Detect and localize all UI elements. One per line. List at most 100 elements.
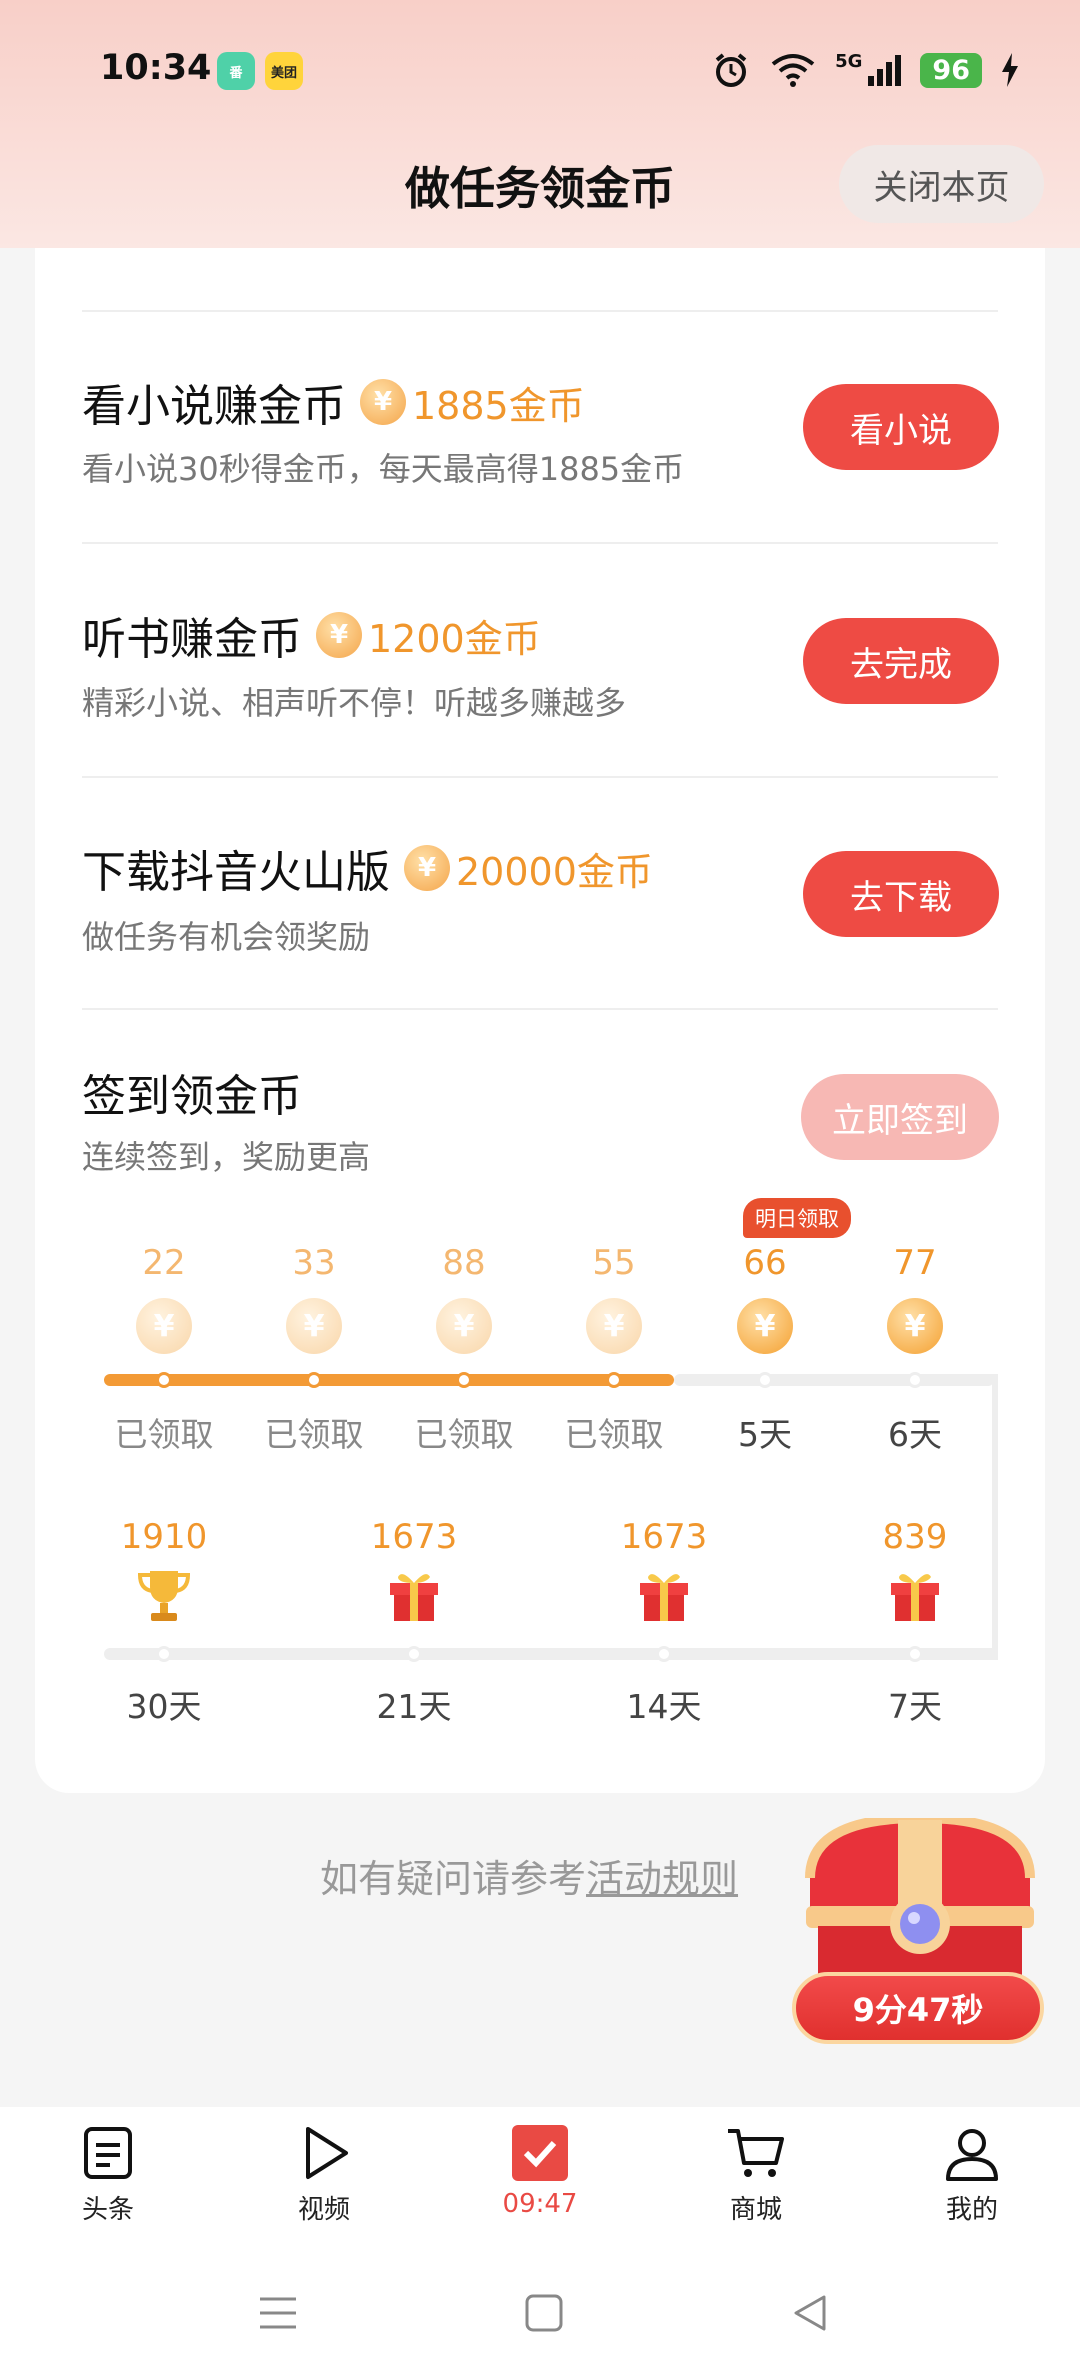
- coin-icon: ¥: [286, 1298, 342, 1354]
- gift-icon: [891, 1574, 939, 1621]
- user-icon: [946, 2129, 998, 2181]
- day-21-label: 21天: [376, 1687, 452, 1726]
- day-3-amount: 88: [442, 1243, 486, 1283]
- task-title: 下载抖音火山版: [82, 847, 390, 898]
- check-task-icon: [512, 2125, 568, 2181]
- bottom-navigation: 头条 视频 09:47 商城 我的: [0, 2107, 1080, 2253]
- play-icon: [306, 2127, 348, 2179]
- menu-icon[interactable]: [258, 2295, 298, 2331]
- meituan-notification-icon: 美团: [265, 52, 303, 90]
- status-bar: 10:34 番 美团 5G 96: [0, 0, 1080, 140]
- task-item-audiobook: 听书赚金币 ¥ 1200金币: [82, 603, 541, 667]
- complete-task-button[interactable]: 去完成: [803, 618, 999, 704]
- progress-dot: [456, 1372, 472, 1388]
- task-description: 做任务有机会领奖励: [82, 918, 371, 956]
- task-reward: 20000金币: [456, 849, 653, 894]
- task-title: 听书赚金币: [82, 614, 302, 665]
- progress-dot: [907, 1646, 923, 1662]
- nav-item-tasks[interactable]: 09:47: [432, 2107, 648, 2253]
- gift-icon: [390, 1574, 438, 1621]
- day-6-amount: 77: [893, 1243, 937, 1283]
- progress-dot: [156, 1646, 172, 1662]
- progress-track-remaining: [674, 1374, 994, 1386]
- rules-notice: 如有疑问请参考活动规则: [320, 1848, 738, 1903]
- day-1-amount: 22: [142, 1243, 186, 1283]
- progress-track-turn: [988, 1374, 998, 1660]
- progress-dot: [406, 1646, 422, 1662]
- day-2-amount: 33: [292, 1243, 336, 1283]
- progress-track-completed: [104, 1374, 674, 1386]
- coin-icon: ¥: [737, 1298, 793, 1354]
- day-30-amount: 1910: [120, 1517, 208, 1557]
- coin-icon: ¥: [360, 379, 406, 425]
- task-reward: 1885金币: [412, 383, 585, 428]
- day-14-label: 14天: [626, 1687, 702, 1726]
- alarm-icon: [715, 53, 747, 87]
- battery-indicator: 96: [920, 52, 982, 88]
- signal-icon: [868, 55, 902, 86]
- system-navigation-bar: [0, 2253, 1080, 2373]
- day-7-label: 7天: [888, 1687, 942, 1726]
- nav-label: 商城: [729, 2195, 782, 2225]
- nav-label: 我的: [945, 2195, 998, 2225]
- activity-rules-link[interactable]: 活动规则: [586, 1857, 738, 1901]
- coin-icon: ¥: [586, 1298, 642, 1354]
- coin-icon: ¥: [404, 845, 450, 891]
- progress-dot: [907, 1372, 923, 1388]
- day-5-label: 5天: [738, 1415, 792, 1454]
- divider: [82, 542, 998, 544]
- gift-icon: [640, 1574, 688, 1621]
- signin-button[interactable]: 立即签到: [801, 1074, 999, 1160]
- day-6-label: 6天: [888, 1415, 942, 1454]
- charging-icon: [1002, 53, 1018, 87]
- back-icon[interactable]: [790, 2293, 830, 2333]
- day-7-amount: 839: [882, 1517, 948, 1557]
- app-notification-icon: 番: [217, 52, 255, 90]
- nav-label: 09:47: [502, 2189, 578, 2219]
- cart-icon: [728, 2129, 784, 2177]
- nav-item-news[interactable]: 头条: [0, 2107, 216, 2253]
- home-icon[interactable]: [524, 2293, 564, 2333]
- nav-item-video[interactable]: 视频: [216, 2107, 432, 2253]
- network-type: 5G: [835, 50, 863, 72]
- progress-track-remaining: [104, 1648, 998, 1660]
- task-item-novel: 看小说赚金币 ¥ 1885金币: [82, 370, 585, 434]
- progress-dot: [606, 1372, 622, 1388]
- coin-icon: ¥: [436, 1298, 492, 1354]
- day-3-label: 已领取: [414, 1415, 514, 1454]
- read-novel-button[interactable]: 看小说: [803, 384, 999, 470]
- countdown-timer[interactable]: 9分47秒: [792, 1972, 1044, 2044]
- coin-icon: ¥: [887, 1298, 943, 1354]
- nav-item-me[interactable]: 我的: [864, 2107, 1080, 2253]
- wifi-icon: [771, 54, 815, 87]
- day-14-amount: 1673: [620, 1517, 708, 1557]
- task-reward: 1200金币: [368, 616, 541, 661]
- news-icon: [84, 2127, 132, 2179]
- progress-dot: [156, 1372, 172, 1388]
- download-button[interactable]: 去下载: [803, 851, 999, 937]
- tomorrow-claim-badge: 明日领取: [743, 1198, 851, 1238]
- task-title: 看小说赚金币: [82, 381, 346, 432]
- nav-item-mall[interactable]: 商城: [648, 2107, 864, 2253]
- close-page-button[interactable]: 关闭本页: [839, 145, 1044, 223]
- status-time: 10:34: [100, 48, 212, 88]
- task-description: 精彩小说、相声听不停！听越多赚越多: [82, 684, 627, 722]
- progress-dot: [656, 1646, 672, 1662]
- day-4-label: 已领取: [564, 1415, 664, 1454]
- day-30-label: 30天: [126, 1687, 202, 1726]
- day-4-amount: 55: [592, 1243, 636, 1283]
- divider: [82, 310, 998, 312]
- divider: [82, 1008, 998, 1010]
- day-5-amount: 66: [743, 1243, 787, 1283]
- task-card: 看小说赚金币 ¥ 1885金币 看小说30秒得金币，每天最高得1885金币 看小…: [35, 248, 1045, 1793]
- signin-title: 签到领金币: [82, 1071, 302, 1122]
- progress-dot: [757, 1372, 773, 1388]
- progress-dot: [306, 1372, 322, 1388]
- rules-prefix: 如有疑问请参考: [320, 1857, 587, 1901]
- day-1-label: 已领取: [114, 1415, 214, 1454]
- day-2-label: 已领取: [264, 1415, 364, 1454]
- signin-description: 连续签到，奖励更高: [82, 1138, 371, 1176]
- trophy-icon: [137, 1571, 191, 1621]
- nav-label: 头条: [81, 2195, 134, 2225]
- task-item-download: 下载抖音火山版 ¥ 20000金币: [82, 836, 653, 900]
